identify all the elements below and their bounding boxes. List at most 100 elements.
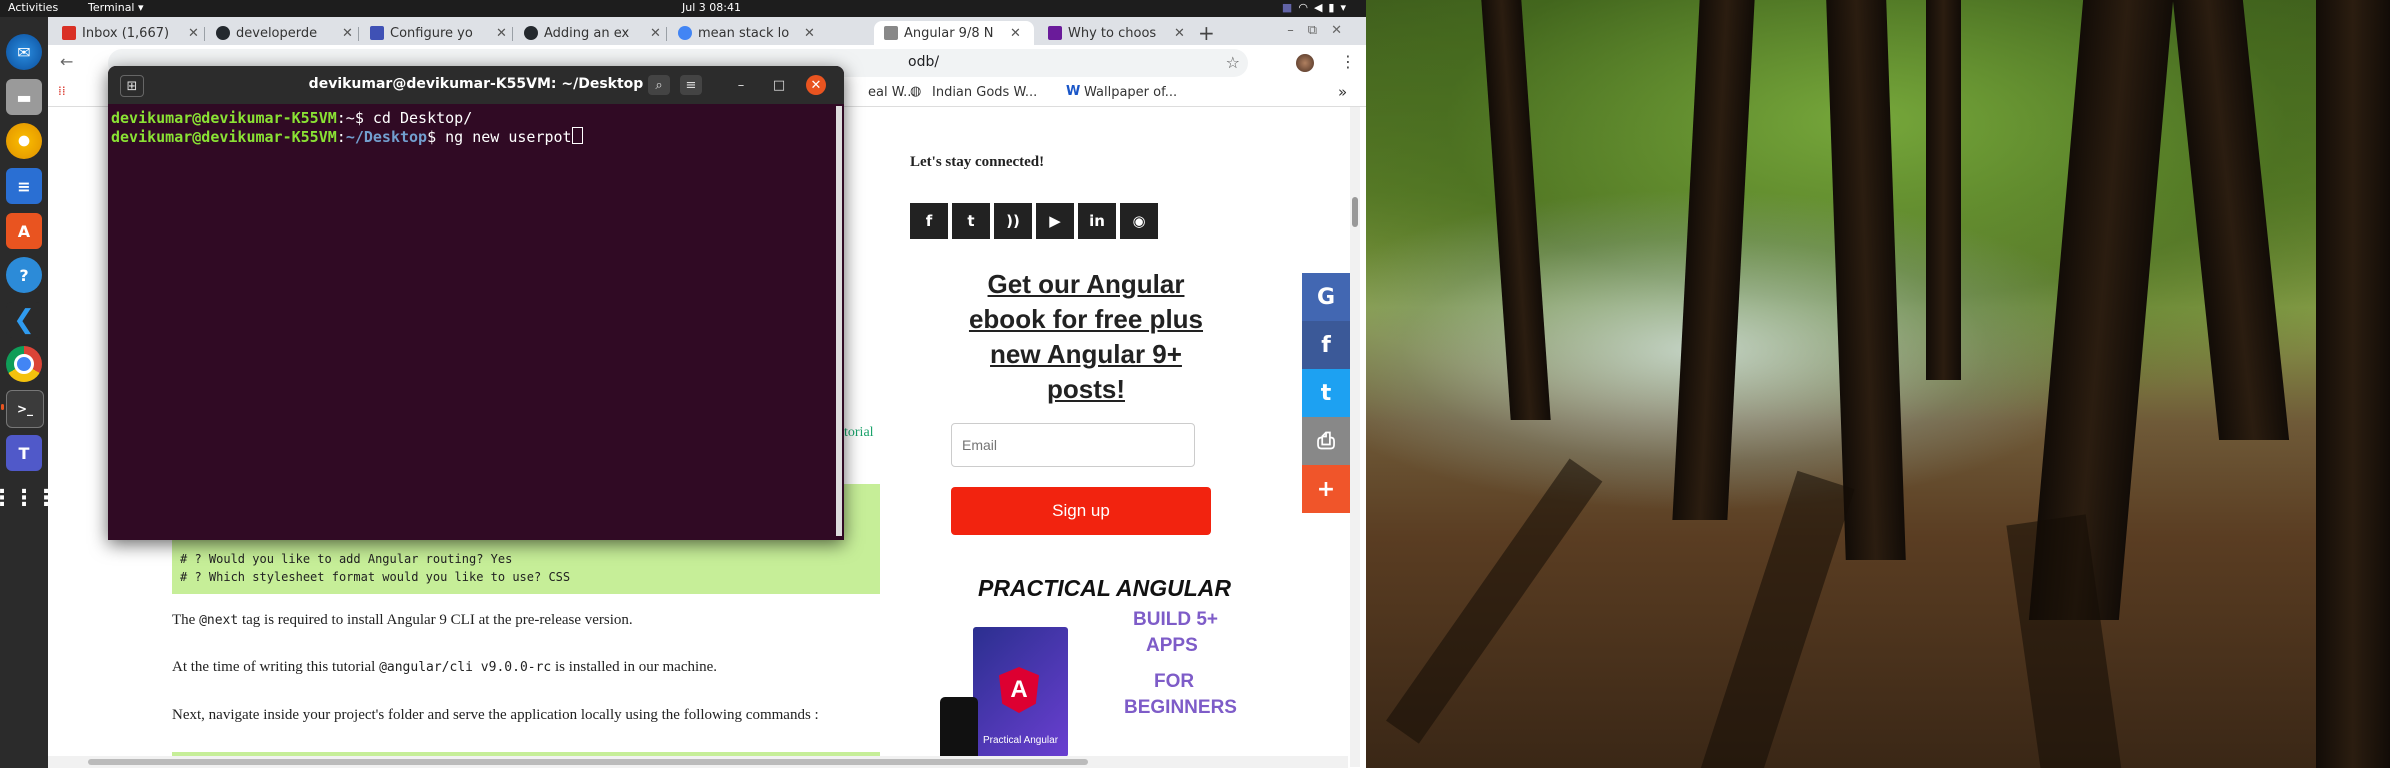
apps-grid-icon[interactable]: ⁞⁞ [58, 84, 66, 98]
book-label: Practical Angular [983, 735, 1059, 746]
teams-tray-icon[interactable]: ■ [1282, 1, 1298, 14]
close-icon[interactable]: ✕ [806, 75, 826, 95]
tab-strip: Inbox (1,667) ✕ developerde ✕ Configure yo… [48, 17, 1366, 45]
promo-line: FOR [1154, 671, 1195, 692]
google-icon [678, 26, 692, 40]
angular-icon [370, 26, 384, 40]
rss-icon[interactable]: )) [994, 203, 1032, 239]
bookmark-item[interactable]: eal W... [868, 85, 915, 100]
menu-kebab-icon[interactable]: ⋮ [1340, 52, 1356, 71]
youtube-icon[interactable]: ▶ [1036, 203, 1074, 239]
volume-icon[interactable]: ◀ [1314, 1, 1328, 14]
code-line: # ? Which stylesheet format would you li… [180, 570, 571, 584]
google-share-icon[interactable]: G [1302, 273, 1350, 321]
terminal-output[interactable]: devikumar@devikumar-K55VM:~$ cd Desktop/… [111, 109, 583, 146]
bookmark-item[interactable]: Indian Gods W... [932, 85, 1037, 100]
search-icon[interactable]: ⌕ [648, 75, 670, 95]
facebook-icon[interactable]: f [910, 203, 948, 239]
promo-line: BEGINNERS [1124, 697, 1237, 718]
close-icon[interactable]: ✕ [188, 26, 199, 41]
share-sidebar: G f t ⎙ + [1302, 273, 1350, 513]
tab-angular-active[interactable]: Angular 9/8 N ✕ [874, 21, 1034, 45]
scroll-thumb[interactable] [88, 759, 1088, 765]
power-menu-icon[interactable]: ▾ [1340, 1, 1352, 14]
promo-banner[interactable]: PRACTICAL ANGULAR A Practical Angular BU… [928, 567, 1248, 767]
tab-github-1[interactable]: developerde ✕ [206, 21, 356, 45]
tab-google-search[interactable]: mean stack lo ✕ [668, 21, 818, 45]
hamburger-menu-icon[interactable]: ≡ [680, 75, 702, 95]
url-text: odb/ [908, 54, 940, 70]
print-icon[interactable]: ⎙ [1302, 417, 1350, 465]
close-icon[interactable]: ✕ [1010, 26, 1021, 41]
stay-connected-heading: Let's stay connected! [910, 154, 1045, 170]
paragraph: Next, navigate inside your project's fol… [172, 707, 819, 723]
vertical-scrollbar[interactable] [1350, 107, 1360, 767]
minimize-icon[interactable]: – [1287, 23, 1308, 38]
email-field[interactable] [951, 423, 1195, 467]
software-icon[interactable]: A [6, 213, 42, 249]
minimize-icon[interactable]: – [730, 75, 752, 95]
dock-active-indicator [1, 404, 4, 410]
promo-line: BUILD 5+ [1133, 609, 1218, 630]
tab-configure[interactable]: Configure yo ✕ [360, 21, 510, 45]
help-icon[interactable]: ? [6, 257, 42, 293]
promo-title: PRACTICAL ANGULAR [978, 575, 1231, 601]
phone-mockup [940, 697, 978, 763]
activities-button[interactable]: Activities [8, 1, 58, 14]
bookmark-item[interactable]: Wallpaper of... [1084, 85, 1177, 100]
close-icon[interactable]: ✕ [1174, 26, 1185, 41]
back-icon[interactable]: ← [60, 52, 73, 71]
desktop-wallpaper [1366, 0, 2390, 768]
chrome-icon[interactable] [6, 346, 42, 382]
paragraph: The @next tag is required to install Ang… [172, 612, 633, 628]
bookmarks-overflow-icon[interactable]: » [1338, 83, 1347, 101]
scroll-thumb[interactable] [1352, 197, 1358, 227]
code-line: # ? Would you like to add Angular routin… [180, 552, 513, 566]
wifi-icon[interactable]: ◠ [1298, 1, 1314, 14]
teams-icon[interactable]: T [6, 435, 42, 471]
system-top-bar: Activities Terminal ▾ Jul 3 08:41 ■◠◀▮▾ [0, 0, 1366, 17]
bookmark-globe-icon: ◍ [910, 84, 922, 99]
close-icon[interactable]: ✕ [804, 26, 815, 41]
window-controls: –⧉✕ [1287, 23, 1356, 38]
tab-why-choose[interactable]: Why to choos ✕ [1038, 21, 1188, 45]
ebook-heading: Get our Angular ebook for free plus new … [968, 269, 1204, 404]
battery-icon[interactable]: ▮ [1328, 1, 1340, 14]
maximize-icon[interactable]: □ [768, 75, 790, 95]
promo-line: APPS [1146, 635, 1198, 656]
terminal-header[interactable]: ⊞ devikumar@devikumar-K55VM: ~/Desktop ⌕… [108, 66, 844, 104]
close-window-icon[interactable]: ✕ [1331, 23, 1356, 38]
files-icon[interactable]: ▬ [6, 79, 42, 115]
tab-github-2[interactable]: Adding an ex ✕ [514, 21, 664, 45]
twitter-share-icon[interactable]: t [1302, 369, 1350, 417]
system-tray[interactable]: ■◠◀▮▾ [1282, 1, 1352, 14]
terminal-icon[interactable]: >_ [6, 390, 44, 428]
bookmark-star-icon[interactable]: ☆ [1226, 53, 1240, 72]
terminal-window[interactable]: ⊞ devikumar@devikumar-K55VM: ~/Desktop ⌕… [108, 66, 844, 540]
tutorial-link[interactable]: torial [844, 425, 874, 441]
app-menu[interactable]: Terminal ▾ [88, 1, 144, 14]
signup-button[interactable]: Sign up [951, 487, 1211, 535]
close-icon[interactable]: ✕ [342, 26, 353, 41]
close-icon[interactable]: ✕ [650, 26, 661, 41]
rhythmbox-icon[interactable] [6, 123, 42, 159]
bookmark-w-icon: W [1066, 84, 1081, 99]
restore-icon[interactable]: ⧉ [1308, 23, 1331, 38]
facebook-share-icon[interactable]: f [1302, 321, 1350, 369]
writer-icon[interactable]: ≡ [6, 168, 42, 204]
app-grid-icon[interactable]: ⋮⋮⋮ [0, 480, 57, 516]
horizontal-scrollbar[interactable] [48, 756, 1348, 768]
social-links: f t )) ▶ in ◉ [910, 203, 1180, 239]
vscode-icon[interactable]: ❮ [6, 302, 42, 338]
profile-avatar[interactable] [1296, 54, 1314, 72]
linkedin-icon[interactable]: in [1078, 203, 1116, 239]
close-icon[interactable]: ✕ [496, 26, 507, 41]
thunderbird-icon[interactable]: ✉ [6, 34, 42, 70]
tab-gmail[interactable]: Inbox (1,667) ✕ [52, 21, 202, 45]
twitter-icon[interactable]: t [952, 203, 990, 239]
terminal-scrollbar[interactable] [836, 106, 842, 536]
github-icon[interactable]: ◉ [1120, 203, 1158, 239]
clock[interactable]: Jul 3 08:41 [682, 1, 741, 14]
more-share-icon[interactable]: + [1302, 465, 1350, 513]
new-tab-button[interactable]: + [1198, 21, 1215, 45]
